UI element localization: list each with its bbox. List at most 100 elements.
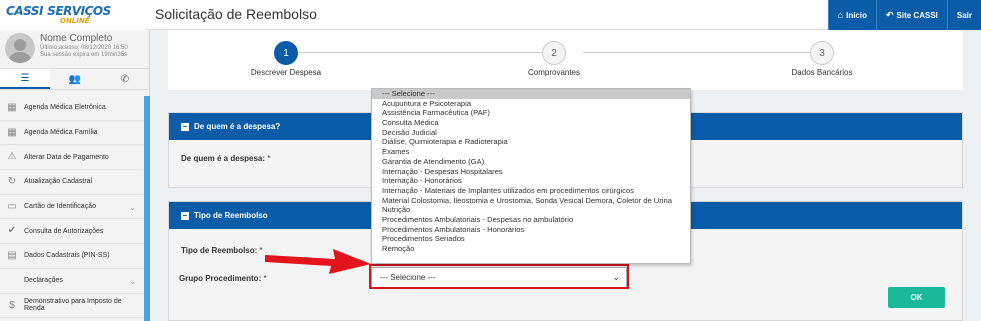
users-icon[interactable]: 👥 — [50, 69, 100, 89]
list-icon: ▤ — [7, 250, 17, 262]
dropdown-option[interactable]: Acupuntura e Psicoterapia — [372, 99, 690, 109]
sidebar-menu: ▦ Agenda Médica Eletrônica ▦ Agenda Médi… — [0, 96, 144, 319]
sidebar-item-label: Demonstrativo para Imposto de Renda — [24, 298, 122, 313]
chevron-down-icon: ⌄ — [129, 276, 136, 286]
calendar-icon: ▦ — [7, 102, 17, 113]
tipo-label-text: Tipo de Reembolso: — [181, 246, 258, 255]
top-bar: CASSI SERVIÇOS ONLINE Solicitação de Ree… — [0, 0, 981, 30]
sidebar: Nome Completo Último acesso: 08/12/2020 … — [0, 30, 150, 321]
grupo-procedimento-label: Grupo Procedimento: * — [179, 274, 267, 283]
sidebar-item-alterar-data-pagamento[interactable]: ⚠ Alterar Data de Pagamento — [0, 145, 144, 171]
step-3-label: Dados Bancários — [791, 68, 853, 77]
nav-sair-label: Sair — [956, 10, 972, 20]
sidebar-item-label: Agenda Médica Família — [24, 129, 98, 137]
chevron-down-icon: ⌄ — [129, 202, 136, 212]
sidebar-item-agenda-medica-eletronica[interactable]: ▦ Agenda Médica Eletrônica — [0, 96, 144, 121]
nav-sair-button[interactable]: Sair — [946, 0, 981, 30]
panel-reembolso-title: Tipo de Reembolso — [194, 211, 268, 220]
last-access: Último acesso: 08/12/2020 16:50 — [40, 45, 128, 51]
dropdown-option[interactable]: Procedimentos Ambulatoriais - Despesas n… — [372, 215, 690, 225]
user-box: Nome Completo Último acesso: 08/12/2020 … — [0, 30, 150, 66]
home-icon: ⌂ — [837, 10, 844, 20]
page-title: Solicitação de Reembolso — [155, 6, 317, 22]
grupo-procedimento-select[interactable]: --- Selecione --- ⌄ — [371, 267, 627, 288]
dropdown-option[interactable]: Internação - Honorários — [372, 176, 690, 186]
red-arrow-icon — [265, 249, 371, 274]
dropdown-option[interactable]: Diálise, Quimioterapia e Radioterapia — [372, 137, 690, 147]
top-nav: ⌂ Início ↶ Site CASSI Sair — [827, 0, 981, 30]
sidebar-item-label: Consulta de Autorizações — [24, 227, 104, 235]
app-root: CASSI SERVIÇOS ONLINE Solicitação de Ree… — [0, 0, 981, 321]
tipo-reembolso-label: Tipo de Reembolso: * — [181, 246, 263, 255]
dropdown-option[interactable]: Consulta Médica — [372, 118, 690, 128]
despesa-label-text: De quem é a despesa: — [181, 154, 266, 163]
reply-icon: ↶ — [885, 9, 894, 20]
dropdown-option[interactable]: Nutrição — [372, 205, 690, 215]
grupo-procedimento-dropdown: --- Selecione --- Acupuntura e Psicotera… — [371, 88, 691, 264]
dollar-icon: $ — [9, 299, 15, 311]
sidebar-item-label: Atualização Cadastral — [24, 178, 93, 186]
step-3-circle: 3 — [810, 41, 834, 65]
sidebar-item-label: Cartão de Identificação — [24, 203, 96, 211]
step-1-label: Descrever Despesa — [250, 68, 322, 77]
required-mark: * — [267, 154, 271, 163]
dropdown-option[interactable]: Internação - Despesas Hospitalares — [372, 167, 690, 177]
panel-despesa-title: De quem é a despesa? — [194, 122, 281, 131]
stepper: 1 Descrever Despesa 2 Comprovantes 3 Dad… — [168, 30, 963, 90]
chevron-down-icon: ⌄ — [612, 272, 620, 282]
step-connector — [298, 52, 558, 53]
sidebar-item-cartao-identificacao[interactable]: ▭ Cartão de Identificação ⌄ — [0, 195, 144, 220]
sidebar-item-label: Alterar Data de Pagamento — [24, 153, 109, 161]
avatar — [5, 33, 35, 63]
sidebar-item-dados-cadastrais[interactable]: ▤ Dados Cadastrais (PIN-SS) — [0, 244, 144, 269]
card-icon: ▭ — [7, 200, 17, 212]
sidebar-tabs: ☰ 👥 ✆ — [0, 68, 150, 90]
dropdown-option[interactable]: Decisão Judicial — [372, 128, 690, 138]
step-connector — [583, 52, 833, 53]
user-name: Nome Completo — [40, 33, 113, 44]
sidebar-item-atualizacao-cadastral[interactable]: ↻ Atualização Cadastral — [0, 170, 144, 195]
dropdown-option[interactable]: Procedimentos Ambulatoriais - Honorários — [372, 225, 690, 235]
logo-brand: CASSI — [6, 4, 43, 18]
menu-icon[interactable]: ☰ — [0, 69, 50, 89]
ok-button[interactable]: OK — [888, 287, 945, 308]
dropdown-option[interactable]: Exames — [372, 147, 690, 157]
refresh-icon: ↻ — [7, 176, 17, 188]
select-value: --- Selecione --- — [380, 273, 436, 282]
phone-icon[interactable]: ✆ — [100, 69, 150, 89]
collapse-icon: − — [181, 210, 189, 220]
sidebar-item-label: Dados Cadastrais (PIN-SS) — [24, 252, 110, 260]
step-1-circle: 1 — [274, 41, 298, 65]
logo-text: CASSI SERVIÇOS — [6, 3, 111, 19]
session-expiry: Sua sessão expira em 19min35s — [40, 52, 128, 58]
grupo-label-text: Grupo Procedimento: — [179, 274, 262, 283]
dropdown-option[interactable]: Material Colostomia, Ileostomia e Urosto… — [372, 196, 690, 206]
dropdown-option[interactable]: Procedimentos Seriados — [372, 234, 690, 244]
dropdown-option[interactable]: --- Selecione --- — [372, 89, 690, 99]
sidebar-item-label: Agenda Médica Eletrônica — [24, 104, 106, 112]
cassi-logo[interactable]: CASSI SERVIÇOS ONLINE — [0, 0, 145, 30]
dropdown-option[interactable]: Remoção — [372, 244, 690, 254]
sidebar-item-demonstrativo-ir[interactable]: $ Demonstrativo para Imposto de Renda — [0, 294, 144, 319]
dropdown-option[interactable]: Assistência Farmacêutica (PAF) — [372, 108, 690, 118]
collapse-icon: − — [181, 121, 189, 131]
nav-inicio-button[interactable]: ⌂ Início — [827, 0, 876, 30]
sidebar-item-agenda-medica-familia[interactable]: ▦ Agenda Médica Família — [0, 121, 144, 146]
dropdown-option[interactable]: Garantia de Atendimento (GA) — [372, 157, 690, 167]
warning-icon: ⚠ — [7, 151, 17, 163]
despesa-field-label: De quem é a despesa: * — [181, 154, 270, 163]
sidebar-item-label: Declarações — [24, 277, 63, 285]
nav-site-cassi-label: Site CASSI — [896, 10, 938, 20]
sidebar-item-declaracoes[interactable]: Declarações ⌄ — [0, 269, 144, 294]
logo-brand-sub: SERVIÇOS — [47, 4, 111, 18]
dropdown-option[interactable]: Internação - Materiais de Implantes util… — [372, 186, 690, 196]
nav-inicio-label: Início — [846, 10, 867, 20]
logo-tagline: ONLINE — [60, 17, 90, 25]
nav-site-cassi-button[interactable]: ↶ Site CASSI — [875, 0, 947, 30]
calendar-icon: ▦ — [7, 126, 17, 138]
step-2-circle: 2 — [542, 41, 566, 65]
sidebar-item-consulta-autorizacoes[interactable]: ✔ Consulta de Autorizações — [0, 219, 144, 245]
step-2-label: Comprovantes — [527, 68, 581, 77]
user-meta: Último acesso: 08/12/2020 16:50 Sua sess… — [40, 45, 128, 59]
check-icon: ✔ — [7, 225, 17, 237]
